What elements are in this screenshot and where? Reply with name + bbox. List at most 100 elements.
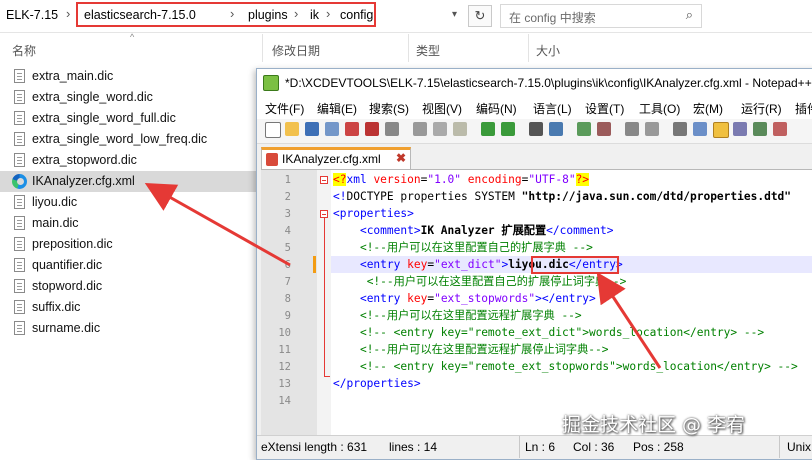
menu-tools[interactable]: 工具(O) (639, 100, 680, 117)
code-line[interactable]: <!--用户可以在这里配置自己的扩展字典 --> (333, 239, 593, 256)
code-line[interactable]: <!DOCTYPE properties SYSTEM "http://java… (333, 188, 791, 205)
file-row-selected[interactable]: IKAnalyzer.cfg.xml (0, 171, 260, 192)
indent-guide-icon[interactable] (673, 122, 687, 136)
show-all-chars-icon[interactable] (693, 122, 707, 136)
breadcrumb-elk[interactable]: ELK-7.15 (6, 8, 58, 22)
column-divider[interactable] (408, 34, 409, 62)
menu-file[interactable]: 文件(F) (265, 100, 304, 117)
close-tab-icon[interactable]: ✖ (396, 151, 406, 165)
breadcrumb-chevron-icon[interactable]: › (66, 6, 70, 21)
file-row[interactable]: extra_single_word_full.dic (0, 108, 260, 129)
undo-icon[interactable] (481, 122, 495, 136)
cut-icon[interactable] (413, 122, 427, 136)
file-row[interactable]: extra_stopword.dic (0, 150, 260, 171)
column-divider[interactable] (528, 34, 529, 62)
refresh-icon[interactable]: ↻ (468, 5, 492, 27)
code-line[interactable]: <!--用户可以在这里配置自己的扩展停止词字典--> (333, 273, 627, 290)
code-line[interactable]: <!--用户可以在这里配置远程扩展停止词字典--> (333, 341, 609, 358)
file-row[interactable]: extra_main.dic (0, 66, 260, 87)
menu-search[interactable]: 搜索(S) (369, 100, 409, 117)
doc-map-icon[interactable] (713, 122, 729, 138)
menu-view[interactable]: 视图(V) (422, 100, 462, 117)
save-all-icon[interactable] (325, 122, 339, 136)
window-title-bar[interactable]: *D:\XCDEVTOOLS\ELK-7.15\elasticsearch-7.… (257, 69, 812, 97)
file-row[interactable]: quantifier.dic (0, 255, 260, 276)
status-lines: lines : 14 (389, 440, 438, 454)
menu-bar: 文件(F) 编辑(E) 搜索(S) 视图(V) 编码(N) 语言(L) 设置(T… (257, 97, 812, 119)
menu-edit[interactable]: 编辑(E) (317, 100, 357, 117)
file-row[interactable]: liyou.dic (0, 192, 260, 213)
column-divider[interactable] (262, 34, 263, 62)
fold-toggle-icon[interactable] (320, 210, 328, 218)
word-wrap-icon[interactable] (645, 122, 659, 136)
code-line[interactable]: <comment>IK Analyzer 扩展配置</comment> (333, 222, 614, 239)
file-row[interactable]: suffix.dic (0, 297, 260, 318)
code-line[interactable]: <!--用户可以在这里配置远程扩展字典 --> (333, 307, 582, 324)
column-name[interactable]: 名称 (12, 42, 36, 59)
file-row[interactable]: extra_single_word.dic (0, 87, 260, 108)
code-token: <comment> (359, 224, 421, 237)
sync-scroll-icon[interactable] (625, 122, 639, 136)
close-all-icon[interactable] (365, 122, 379, 136)
status-divider (779, 436, 780, 458)
status-filetype: eXtensi length : 631 (261, 440, 368, 454)
close-file-icon[interactable] (345, 122, 359, 136)
code-token: <! (333, 190, 347, 203)
replace-icon[interactable] (549, 122, 563, 136)
code-token: <? (333, 173, 347, 186)
watermark: 掘金技术社区 @ 李宥 (562, 414, 746, 436)
chevron-down-icon[interactable]: ▾ (452, 9, 457, 20)
paste-icon[interactable] (453, 122, 467, 136)
menu-language[interactable]: 语言(L) (533, 100, 572, 117)
zoom-out-icon[interactable] (597, 122, 611, 136)
menu-macro[interactable]: 宏(M) (693, 100, 723, 117)
line-number: 4 (284, 225, 291, 237)
code-line[interactable]: <entry key="ext_stopwords"></entry> (333, 290, 596, 307)
file-name: surname.dic (32, 321, 101, 335)
code-line[interactable]: <!-- <entry key="remote_ext_dict">words_… (333, 324, 764, 341)
menu-plugins[interactable]: 插件 (795, 100, 812, 117)
menu-settings[interactable]: 设置(T) (585, 100, 624, 117)
find-icon[interactable] (529, 122, 543, 136)
code-line[interactable]: </properties> (333, 375, 421, 392)
fold-guide-line (324, 218, 325, 376)
new-file-icon[interactable] (265, 122, 281, 138)
record-macro-icon[interactable] (773, 122, 787, 136)
column-modified[interactable]: 修改日期 (272, 42, 320, 59)
search-placeholder: 在 config 中搜索 (509, 11, 596, 25)
function-list-icon[interactable] (733, 122, 747, 136)
file-list: extra_main.dic extra_single_word.dic ext… (0, 66, 260, 339)
fold-toggle-icon[interactable] (320, 176, 328, 184)
tab-ikanalyzer[interactable]: IKAnalyzer.cfg.xml ✖ (261, 147, 411, 169)
code-editor[interactable]: 1 <?xml version="1.0" encoding="UTF-8"?> 2… (261, 169, 812, 436)
file-row[interactable]: main.dic (0, 213, 260, 234)
print-icon[interactable] (385, 122, 399, 136)
column-size[interactable]: 大小 (536, 42, 560, 59)
code-line[interactable]: <!-- <entry key="remote_ext_stopwords">w… (333, 358, 798, 375)
copy-icon[interactable] (433, 122, 447, 136)
file-row[interactable]: stopword.dic (0, 276, 260, 297)
menu-encoding[interactable]: 编码(N) (476, 100, 517, 117)
menu-run[interactable]: 运行(R) (741, 100, 782, 117)
file-row[interactable]: extra_single_word_low_freq.dic (0, 129, 260, 150)
line-number: 2 (284, 191, 291, 203)
file-name: extra_single_word_full.dic (32, 111, 176, 125)
zoom-in-icon[interactable] (577, 122, 591, 136)
status-line: Ln : 6 (525, 440, 556, 454)
toolbar (257, 119, 812, 144)
save-icon[interactable] (305, 122, 319, 136)
folder-workspace-icon[interactable] (753, 122, 767, 136)
redo-icon[interactable] (501, 122, 515, 136)
file-row[interactable]: surname.dic (0, 318, 260, 339)
file-row[interactable]: preposition.dic (0, 234, 260, 255)
open-file-icon[interactable] (285, 122, 299, 136)
code-line[interactable]: <properties> (333, 205, 414, 222)
search-input[interactable]: 在 config 中搜索 ⌕ (500, 4, 702, 28)
code-token: <!--用户可以在这里配置自己的扩展停止词字典--> (366, 275, 627, 288)
column-type[interactable]: 类型 (416, 42, 440, 59)
code-line[interactable]: <?xml version="1.0" encoding="UTF-8"?> (333, 171, 590, 188)
